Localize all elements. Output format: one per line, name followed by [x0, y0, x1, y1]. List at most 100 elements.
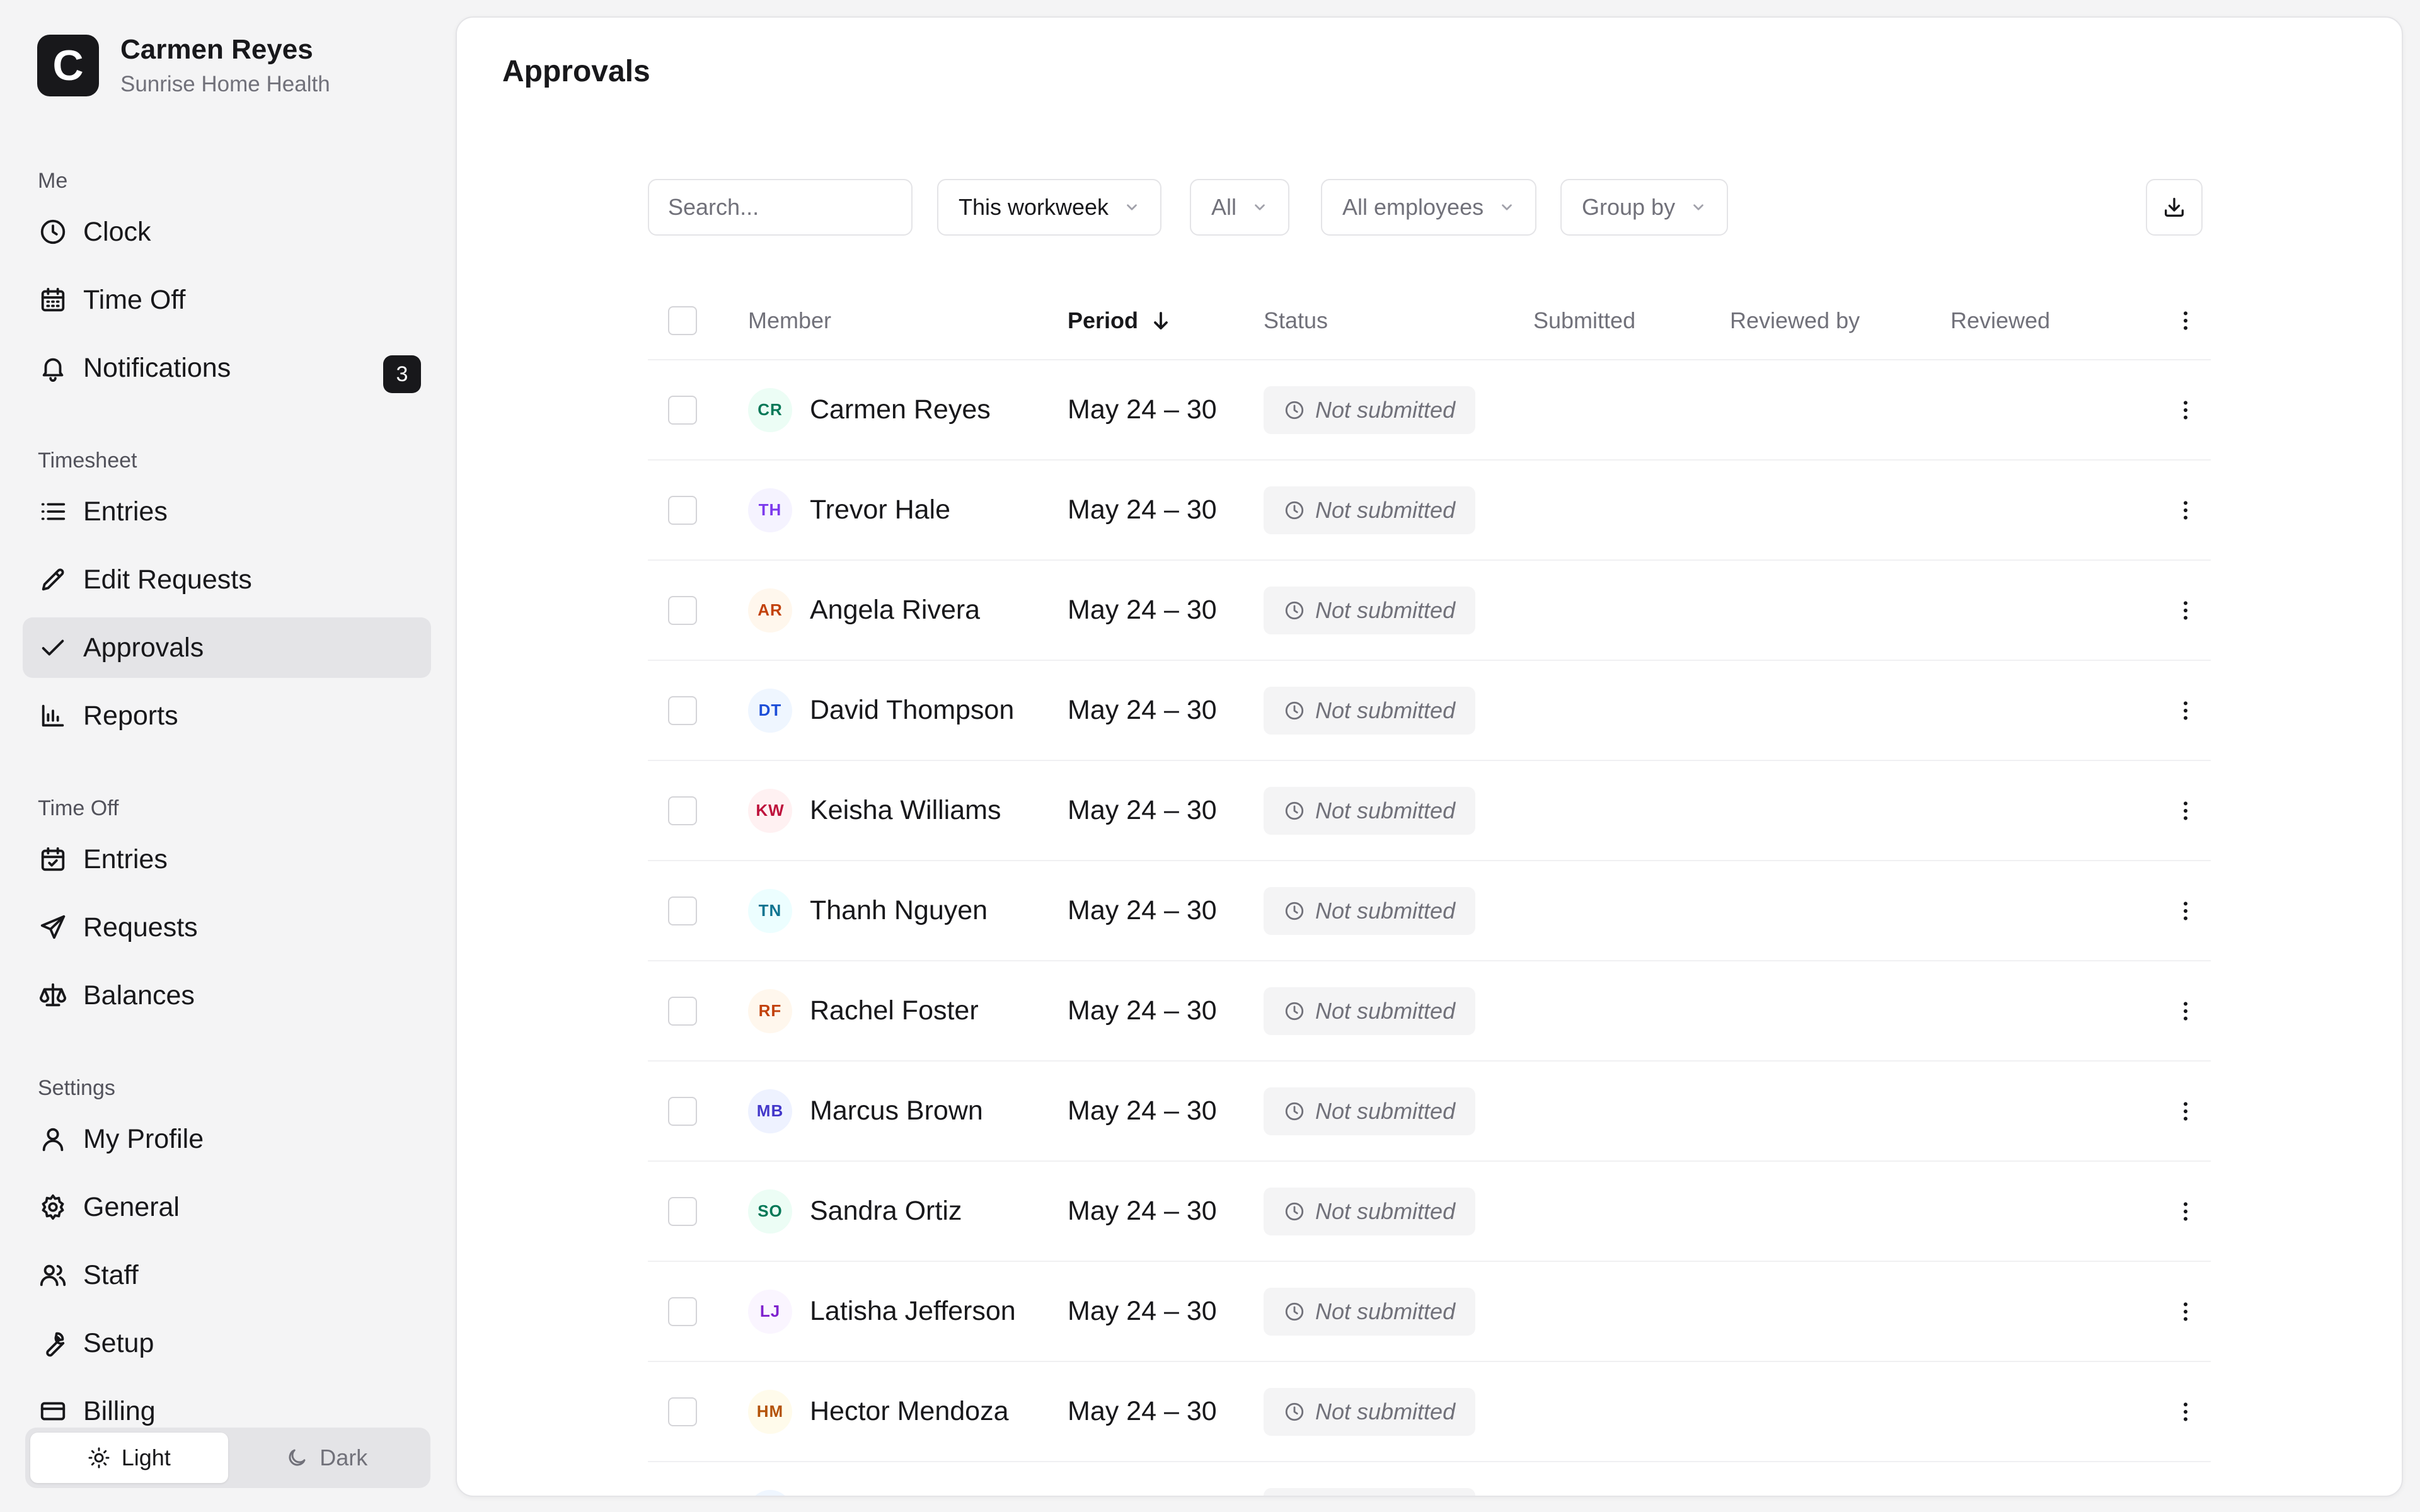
search-input[interactable] — [648, 179, 913, 236]
sidebar-item-requests[interactable]: Requests — [23, 897, 431, 958]
column-header-submitted[interactable]: Submitted — [1533, 282, 1635, 359]
avatar: BP — [748, 1489, 792, 1496]
sidebar-item-timesheet-entries[interactable]: Entries — [23, 481, 431, 542]
table-row[interactable]: HM Hector Mendoza May 24 – 30 Not submit… — [648, 1362, 2211, 1462]
status-badge: Not submitted — [1264, 486, 1476, 534]
sidebar-item-reports[interactable]: Reports — [23, 685, 431, 746]
table-body: CR Carmen Reyes May 24 – 30 Not submitte… — [648, 360, 2211, 1496]
chevron-down-icon — [1502, 204, 1512, 210]
row-checkbox[interactable] — [668, 595, 697, 625]
avatar: HM — [748, 1389, 792, 1434]
sidebar-item-my-profile[interactable]: My Profile — [23, 1109, 431, 1169]
row-actions-button[interactable] — [2173, 1362, 2198, 1461]
app-logo: C — [37, 35, 99, 96]
sidebar-item-time-off[interactable]: Time Off — [23, 270, 431, 330]
sidebar-item-label: Notifications — [83, 352, 231, 383]
bar-chart-icon — [38, 701, 68, 731]
avatar: DT — [748, 688, 792, 733]
row-checkbox[interactable] — [668, 696, 697, 725]
row-checkbox[interactable] — [668, 896, 697, 925]
member-name: Keisha Williams — [810, 795, 1001, 825]
table-row[interactable]: KW Keisha Williams May 24 – 30 Not submi… — [648, 761, 2211, 861]
workspace-switcher[interactable]: C Carmen Reyes Sunrise Home Health — [37, 34, 330, 97]
member-cell: BP Brian Patel — [748, 1462, 942, 1496]
status-badge: Not submitted — [1264, 786, 1476, 835]
employee-filter-dropdown[interactable]: All employees — [1321, 179, 1537, 236]
sidebar-item-label: Time Off — [83, 284, 186, 315]
column-header-reviewed[interactable]: Reviewed — [1950, 282, 2050, 359]
sidebar-item-staff[interactable]: Staff — [23, 1245, 431, 1305]
sidebar-item-setup[interactable]: Setup — [23, 1313, 431, 1373]
period-filter-dropdown[interactable]: This workweek — [937, 179, 1162, 236]
avatar: CR — [748, 387, 792, 432]
row-actions-button[interactable] — [2173, 561, 2198, 660]
period-value: May 24 – 30 — [1068, 895, 1217, 925]
theme-toggle: Light Dark — [25, 1428, 430, 1488]
status-badge: Not submitted — [1264, 1487, 1476, 1496]
row-checkbox[interactable] — [668, 1196, 697, 1226]
select-all-checkbox[interactable] — [668, 306, 697, 335]
row-actions-button[interactable] — [2173, 1262, 2198, 1361]
table-row[interactable]: CR Carmen Reyes May 24 – 30 Not submitte… — [648, 360, 2211, 461]
row-checkbox[interactable] — [668, 796, 697, 825]
sidebar-item-approvals[interactable]: Approvals — [23, 617, 431, 678]
sort-descending-icon — [1154, 312, 1168, 329]
period-filter-value: This workweek — [959, 194, 1109, 220]
row-actions-button[interactable] — [2173, 1062, 2198, 1160]
status-label: Not submitted — [1315, 1398, 1456, 1424]
status-badge: Not submitted — [1264, 1087, 1476, 1135]
sidebar-item-clock[interactable]: Clock — [23, 202, 431, 262]
more-vertical-icon — [2184, 801, 2187, 820]
sidebar-item-label: Reports — [83, 700, 178, 731]
table-row[interactable]: DT David Thompson May 24 – 30 Not submit… — [648, 661, 2211, 761]
table-row[interactable]: AR Angela Rivera May 24 – 30 Not submitt… — [648, 561, 2211, 661]
sidebar-item-general[interactable]: General — [23, 1177, 431, 1237]
row-checkbox[interactable] — [668, 996, 697, 1026]
table-row[interactable]: TN Thanh Nguyen May 24 – 30 Not submitte… — [648, 861, 2211, 961]
row-checkbox[interactable] — [668, 1096, 697, 1126]
column-header-member[interactable]: Member — [748, 282, 831, 359]
theme-dark-button[interactable]: Dark — [228, 1433, 426, 1483]
row-actions-button[interactable] — [2173, 661, 2198, 760]
row-actions-button[interactable] — [2173, 761, 2198, 860]
table-row[interactable]: TH Trevor Hale May 24 – 30 Not submitted — [648, 461, 2211, 561]
user-name: Carmen Reyes — [120, 34, 313, 65]
column-header-status[interactable]: Status — [1264, 282, 1328, 359]
main-panel: Approvals This workweek All All employee… — [456, 16, 2403, 1497]
row-actions-button[interactable] — [2173, 1162, 2198, 1261]
sidebar-item-balances[interactable]: Balances — [23, 965, 431, 1026]
sidebar: C Carmen Reyes Sunrise Home Health Me Cl… — [0, 0, 456, 1512]
row-checkbox[interactable] — [668, 495, 697, 525]
column-header-period[interactable]: Period — [1068, 282, 1172, 359]
status-filter-dropdown[interactable]: All — [1190, 179, 1290, 236]
member-name: Latisha Jefferson — [810, 1296, 1016, 1326]
member-cell: RF Rachel Foster — [748, 961, 979, 1060]
row-actions-button[interactable] — [2173, 961, 2198, 1060]
status-label: Not submitted — [1315, 496, 1456, 523]
table-row[interactable]: RF Rachel Foster May 24 – 30 Not submitt… — [648, 961, 2211, 1062]
sidebar-item-notifications[interactable]: Notifications 3 — [23, 338, 431, 398]
table-row[interactable]: BP Brian Patel May 24 – 30 Not submitted — [648, 1462, 2211, 1496]
row-actions-button[interactable] — [2173, 461, 2198, 559]
group-by-dropdown[interactable]: Group by — [1560, 179, 1729, 236]
clock-icon — [1285, 801, 1304, 820]
table-row[interactable]: MB Marcus Brown May 24 – 30 Not submitte… — [648, 1062, 2211, 1162]
organization-name: Sunrise Home Health — [120, 72, 330, 96]
row-checkbox[interactable] — [668, 395, 697, 425]
row-actions-button[interactable] — [2173, 360, 2198, 459]
page-title: Approvals — [502, 55, 650, 88]
export-button[interactable] — [2146, 179, 2203, 236]
table-row[interactable]: LJ Latisha Jefferson May 24 – 30 Not sub… — [648, 1262, 2211, 1362]
row-actions-button[interactable] — [2173, 1462, 2198, 1496]
table-row[interactable]: SO Sandra Ortiz May 24 – 30 Not submitte… — [648, 1162, 2211, 1262]
row-actions-button[interactable] — [2173, 861, 2198, 960]
column-options-button[interactable] — [2173, 282, 2198, 359]
theme-light-button[interactable]: Light — [30, 1433, 228, 1483]
row-checkbox[interactable] — [668, 1397, 697, 1426]
more-vertical-icon — [2184, 1402, 2187, 1421]
row-checkbox[interactable] — [668, 1297, 697, 1326]
sidebar-item-edit-requests[interactable]: Edit Requests — [23, 549, 431, 610]
column-header-reviewed-by[interactable]: Reviewed by — [1730, 282, 1860, 359]
avatar: LJ — [748, 1289, 792, 1334]
sidebar-item-time-off-entries[interactable]: Entries — [23, 829, 431, 890]
